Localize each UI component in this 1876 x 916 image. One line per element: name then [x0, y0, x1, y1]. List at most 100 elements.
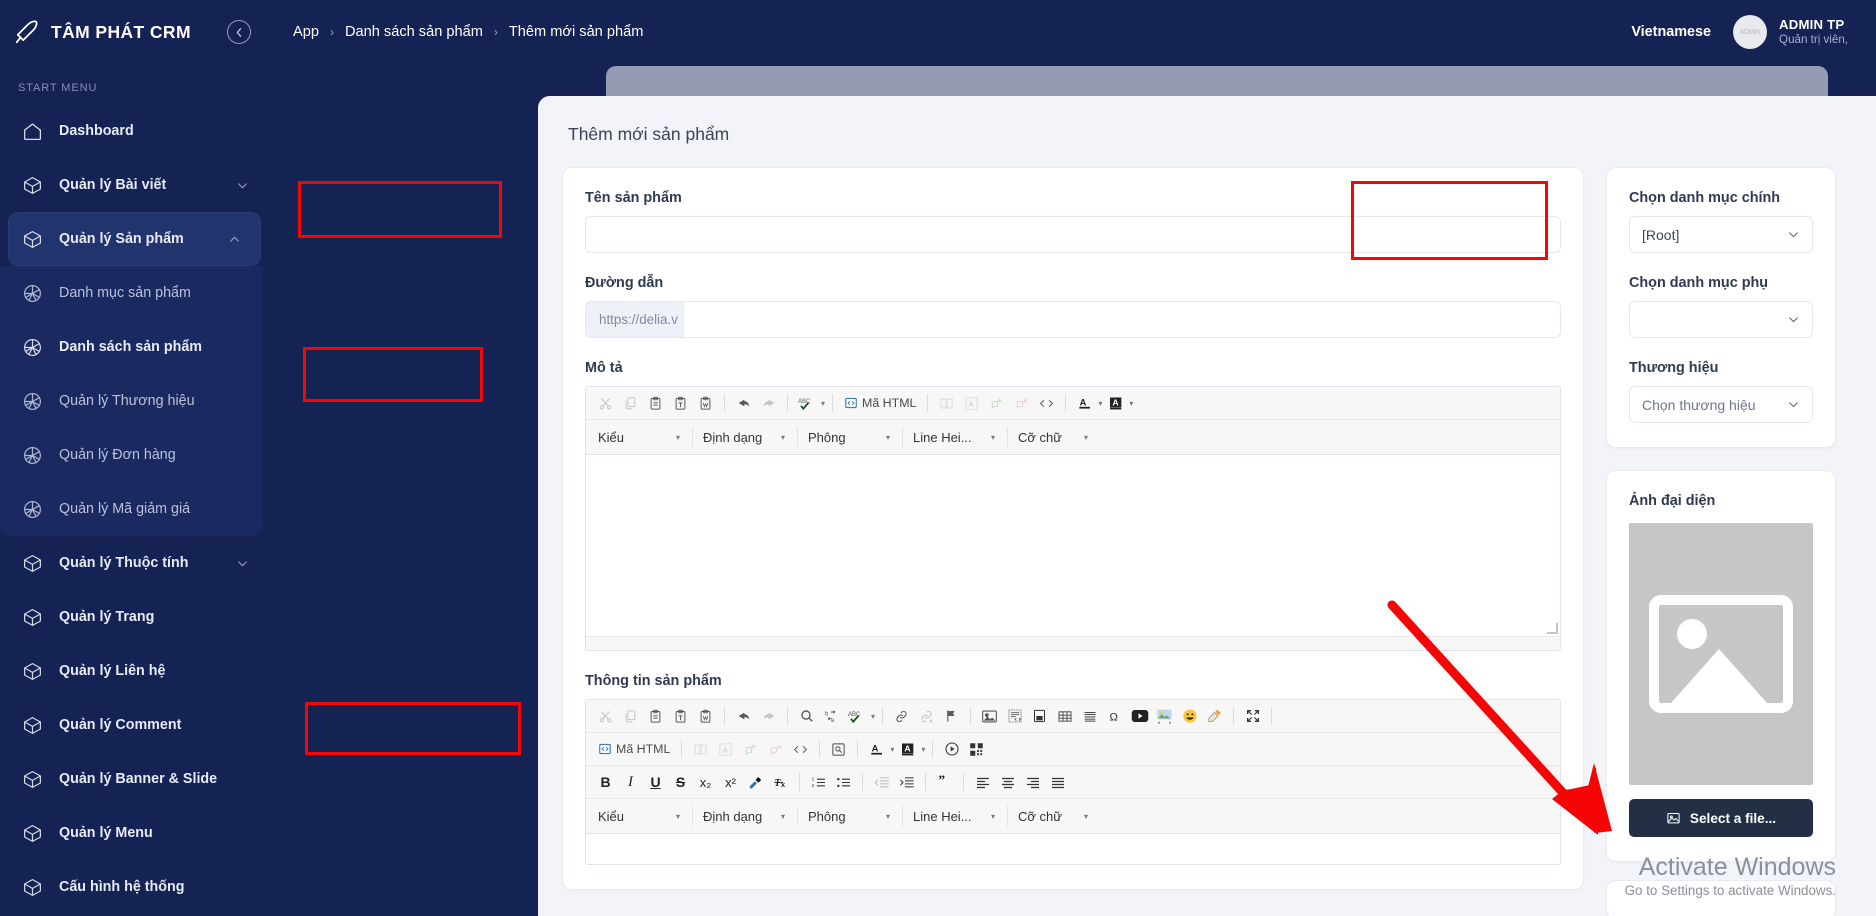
italic-icon[interactable]: I — [619, 771, 642, 793]
clear-format-icon[interactable]: Tx — [769, 771, 792, 793]
numbered-list-icon[interactable]: 12 — [807, 771, 830, 793]
anchor-icon[interactable] — [935, 392, 958, 414]
replace-icon[interactable]: ba — [820, 705, 843, 727]
select-file-button[interactable]: Select a file... — [1629, 799, 1813, 837]
paste-icon[interactable] — [644, 705, 667, 727]
source-button[interactable]: Mã HTML — [840, 396, 920, 410]
qr-code-icon[interactable] — [965, 738, 988, 760]
breadcrumb-item-product-list[interactable]: Danh sách sản phẩm — [345, 24, 483, 40]
select-all-icon[interactable]: A — [714, 738, 737, 760]
sidebar-item-comment[interactable]: Quản lý Comment — [0, 698, 269, 752]
sidebar-item-ma-giam-gia[interactable]: Quản lý Mã giảm giá — [0, 482, 263, 536]
paste-text-icon[interactable] — [669, 705, 692, 727]
align-justify-icon[interactable] — [1046, 771, 1069, 793]
superscript-icon[interactable]: x² — [719, 771, 742, 793]
text-color-icon[interactable]: A — [1073, 392, 1096, 414]
chevron-down-icon[interactable]: ▾ — [1129, 399, 1133, 408]
code-inline-icon[interactable] — [1035, 392, 1058, 414]
sidebar-item-trang[interactable]: Quản lý Trang — [0, 590, 269, 644]
sidebar-item-bai-viet[interactable]: Quản lý Bài viết — [0, 158, 269, 212]
style-combo[interactable]: Kiểu▾ — [594, 425, 686, 449]
link-icon[interactable] — [890, 705, 913, 727]
format-combo[interactable]: Định dạng▾ — [699, 804, 791, 828]
remove-format-icon[interactable] — [744, 771, 767, 793]
special-char-icon[interactable]: Ω — [1103, 705, 1126, 727]
align-left-icon[interactable] — [971, 771, 994, 793]
unlink-icon[interactable] — [915, 705, 938, 727]
sidebar-collapse-button[interactable] — [227, 20, 251, 44]
copy-icon[interactable] — [619, 705, 642, 727]
bold-icon[interactable]: B — [594, 771, 617, 793]
source-button[interactable]: Mã HTML — [594, 742, 674, 756]
sidebar-item-banner-slide[interactable]: Quản lý Banner & Slide — [0, 752, 269, 806]
format-combo[interactable]: Định dạng▾ — [699, 425, 791, 449]
align-center-icon[interactable] — [996, 771, 1019, 793]
sidebar-item-don-hang[interactable]: Quản lý Đơn hàng — [0, 428, 263, 482]
font-combo[interactable]: Phông▾ — [804, 804, 896, 828]
resize-handle-icon[interactable] — [1547, 623, 1558, 634]
redo-icon[interactable] — [757, 705, 780, 727]
paint-icon[interactable] — [1203, 705, 1226, 727]
text-color-icon[interactable]: A — [865, 738, 888, 760]
subscript-icon[interactable]: x₂ — [694, 771, 717, 793]
sidebar-item-menu[interactable]: Quản lý Menu — [0, 806, 269, 860]
image-icon[interactable] — [978, 705, 1001, 727]
font-size-combo[interactable]: Cỡ chữ▾ — [1014, 425, 1094, 449]
chevron-down-icon[interactable]: ▾ — [890, 745, 894, 754]
select-all-icon[interactable]: A — [960, 392, 983, 414]
slug-input[interactable] — [683, 301, 1561, 338]
sidebar-item-danh-muc-san-pham[interactable]: Danh mục sản phẩm — [0, 266, 263, 320]
cut-icon[interactable] — [594, 705, 617, 727]
breadcrumb-item-app[interactable]: App — [293, 24, 319, 40]
line-height-combo[interactable]: Line Hei...▾ — [909, 425, 1001, 449]
sidebar-item-lien-he[interactable]: Quản lý Liên hệ — [0, 644, 269, 698]
remove-format-color-icon[interactable] — [764, 738, 787, 760]
paste-icon[interactable] — [644, 392, 667, 414]
table-icon[interactable] — [1053, 705, 1076, 727]
anchor-icon[interactable] — [689, 738, 712, 760]
chevron-down-icon[interactable]: ▾ — [821, 399, 825, 408]
media-play-icon[interactable] — [940, 738, 963, 760]
outdent-icon[interactable] — [870, 771, 893, 793]
brand-select[interactable]: Chọn thương hiệu — [1629, 386, 1813, 423]
style-combo[interactable]: Kiểu▾ — [594, 804, 686, 828]
image-gallery-icon[interactable] — [1153, 705, 1176, 727]
font-size-combo[interactable]: Cỡ chữ▾ — [1014, 804, 1094, 828]
chevron-down-icon[interactable]: ▾ — [1098, 399, 1102, 408]
horizontal-rule-icon[interactable] — [1078, 705, 1101, 727]
description-editor-body[interactable] — [586, 455, 1560, 636]
language-selector[interactable]: Vietnamese — [1631, 24, 1711, 40]
youtube-icon[interactable] — [1128, 705, 1151, 727]
text-color-add-icon[interactable] — [985, 392, 1008, 414]
spellcheck-icon[interactable]: ABC — [795, 392, 819, 414]
align-right-icon[interactable] — [1021, 771, 1044, 793]
code-inline-icon[interactable] — [789, 738, 812, 760]
main-category-select[interactable]: [Root] — [1629, 216, 1813, 253]
paste-word-icon[interactable] — [694, 392, 717, 414]
underline-icon[interactable]: U — [644, 771, 667, 793]
bg-color-icon[interactable]: A — [896, 738, 919, 760]
undo-icon[interactable] — [732, 392, 755, 414]
undo-icon[interactable] — [732, 705, 755, 727]
copy-icon[interactable] — [619, 392, 642, 414]
sidebar-item-thuoc-tinh[interactable]: Quản lý Thuộc tính — [0, 536, 269, 590]
sub-category-select[interactable] — [1629, 301, 1813, 338]
sidebar-item-cau-hinh-he-thong[interactable]: Cấu hình hệ thống — [0, 860, 269, 914]
remove-format-color-icon[interactable] — [1010, 392, 1033, 414]
chevron-down-icon[interactable]: ▾ — [921, 745, 925, 754]
indent-icon[interactable] — [895, 771, 918, 793]
smiley-icon[interactable] — [1178, 705, 1201, 727]
product-name-input[interactable] — [585, 216, 1561, 253]
paste-word-icon[interactable] — [694, 705, 717, 727]
sidebar-item-thuong-hieu[interactable]: Quản lý Thương hiệu — [0, 374, 263, 428]
template-icon[interactable] — [1003, 705, 1026, 727]
user-menu[interactable]: ADMIN ADMIN TP Quản trị viên, — [1733, 15, 1848, 49]
sidebar-item-danh-sach-san-pham[interactable]: Danh sách sản phẩm — [0, 320, 263, 374]
paste-text-icon[interactable] — [669, 392, 692, 414]
flag-anchor-icon[interactable] — [940, 705, 963, 727]
blockquote-icon[interactable]: ” — [933, 771, 956, 793]
cut-icon[interactable] — [594, 392, 617, 414]
spellcheck-icon[interactable]: ABC — [845, 705, 869, 727]
redo-icon[interactable] — [757, 392, 780, 414]
sidebar-item-san-pham[interactable]: Quản lý Sản phẩm — [8, 212, 261, 266]
